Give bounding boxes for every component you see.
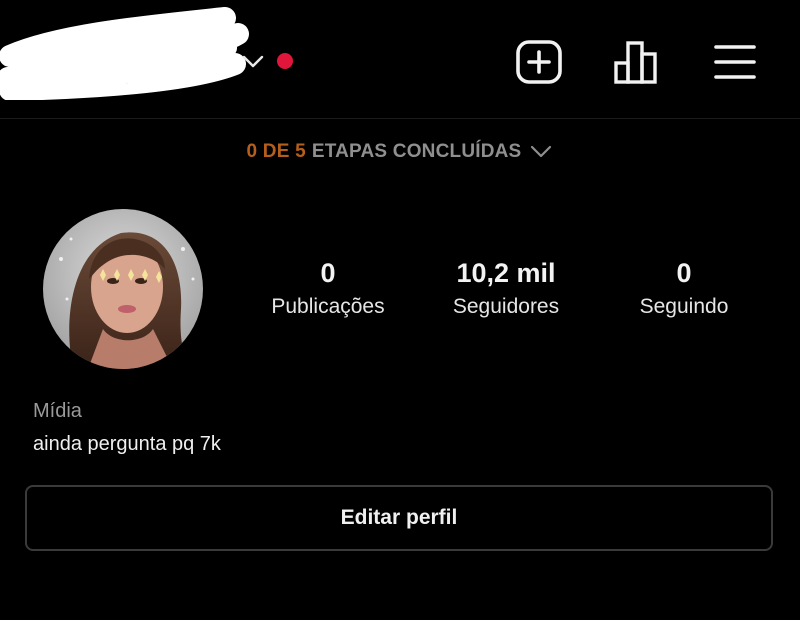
stat-label: Seguidores xyxy=(452,295,560,318)
stat-value: 0 xyxy=(676,258,692,288)
steps-completed-toggle[interactable]: 0 DE 5 ETAPAS CONCLUÍDAS xyxy=(0,138,800,166)
stat-followers[interactable]: 10,2 mil Seguidores xyxy=(411,258,601,322)
avatar-photo xyxy=(43,209,203,369)
hamburger-menu-icon xyxy=(714,45,756,79)
menu-button[interactable] xyxy=(709,38,761,86)
stat-value: 0 xyxy=(320,258,336,288)
steps-label: ETAPAS CONCLUÍDAS xyxy=(311,141,522,162)
profile-bio: ainda pergunta pq 7k xyxy=(33,433,221,455)
insights-button[interactable] xyxy=(610,38,662,86)
stat-posts[interactable]: 0 Publicações xyxy=(233,258,423,322)
new-post-button[interactable] xyxy=(513,38,565,86)
profile-avatar[interactable] xyxy=(43,209,203,369)
chevron-down-icon[interactable] xyxy=(240,50,266,72)
stat-label: Seguindo xyxy=(639,295,729,318)
top-bar xyxy=(0,0,800,118)
stat-value: 10,2 mil xyxy=(456,258,556,288)
stat-label: Publicações xyxy=(271,295,385,318)
notification-dot xyxy=(277,53,293,69)
plus-square-icon xyxy=(516,40,562,84)
edit-profile-button[interactable]: Editar perfil xyxy=(25,485,773,551)
steps-count: 0 DE 5 xyxy=(246,141,306,162)
stat-following[interactable]: 0 Seguindo xyxy=(589,258,779,322)
profile-category: Mídia xyxy=(33,400,82,422)
top-bar-divider xyxy=(0,118,800,119)
chevron-down-icon xyxy=(531,145,552,158)
bar-chart-icon xyxy=(614,41,657,84)
redacted-username-scribble[interactable] xyxy=(0,4,250,100)
